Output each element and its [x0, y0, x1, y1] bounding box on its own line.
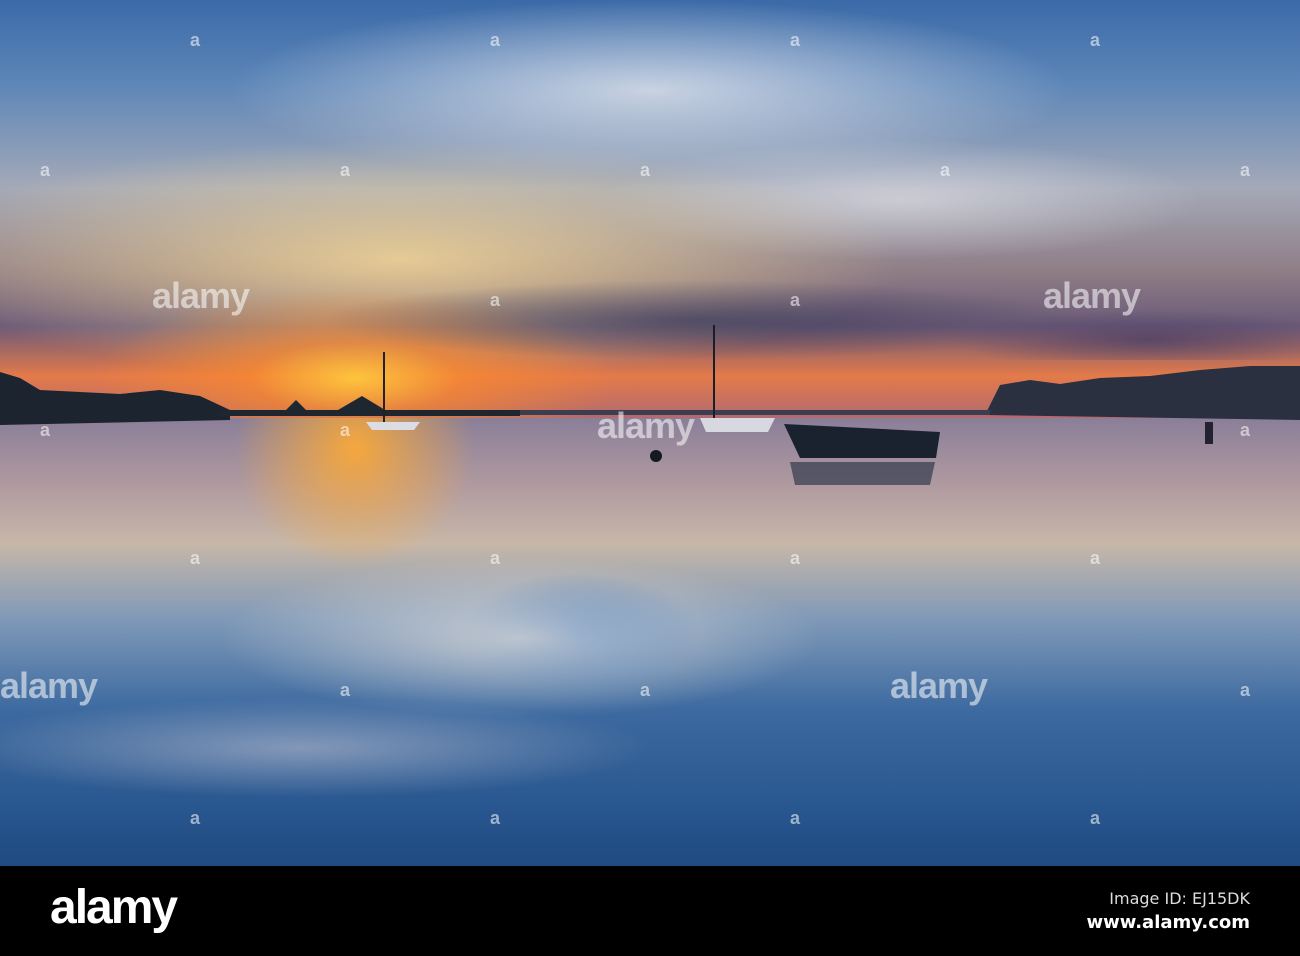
website-link[interactable]: www.alamy.com: [1086, 912, 1250, 933]
watermark-a: a: [490, 290, 501, 310]
marker-post: [1205, 422, 1213, 444]
watermark-a: a: [40, 160, 51, 180]
watermark-a: a: [40, 420, 51, 440]
sailboat-left: [366, 352, 420, 430]
watermark-a: a: [1090, 808, 1101, 828]
watermark-a: a: [1240, 160, 1251, 180]
left-treeline: [0, 372, 230, 425]
watermark-a: a: [190, 808, 201, 828]
watermark-a: a: [190, 30, 201, 50]
watermark-a: a: [490, 30, 501, 50]
watermark-a: a: [640, 680, 651, 700]
gazebo: [286, 396, 385, 410]
watermark-a: a: [640, 160, 651, 180]
alamy-logo: alamy: [50, 881, 178, 934]
footer-bar: [0, 866, 1300, 956]
watermark-a: a: [790, 290, 801, 310]
sailboat-center: [700, 325, 775, 432]
watermark-alamy: alamy: [1043, 275, 1141, 316]
watermark-a: a: [340, 680, 351, 700]
watermark-alamy: alamy: [597, 405, 695, 446]
watermark-a: a: [190, 548, 201, 568]
watermark-a: a: [340, 160, 351, 180]
image-id: Image ID: EJ15DK: [1109, 889, 1250, 908]
right-houses: [985, 366, 1300, 420]
watermark-a: a: [1090, 30, 1101, 50]
watermark-a: a: [940, 160, 951, 180]
watermark-a: a: [490, 808, 501, 828]
buoy: [650, 450, 662, 462]
watermark-alamy: alamy: [890, 665, 988, 706]
watermark-a: a: [490, 548, 501, 568]
dinghy: [784, 424, 940, 458]
watermark-a: a: [790, 30, 801, 50]
watermark-alamy: alamy: [0, 665, 98, 706]
watermark-a: a: [1240, 420, 1251, 440]
watermark-a: a: [1090, 548, 1101, 568]
stock-photo: alamy alamy alamy alamy alamy a a a a a …: [0, 0, 1300, 866]
watermark-a: a: [340, 420, 351, 440]
watermark-alamy: alamy: [152, 275, 250, 316]
watermark-a: a: [1240, 680, 1251, 700]
watermark-a: a: [790, 808, 801, 828]
watermark-a: a: [790, 548, 801, 568]
pier: [220, 410, 520, 416]
